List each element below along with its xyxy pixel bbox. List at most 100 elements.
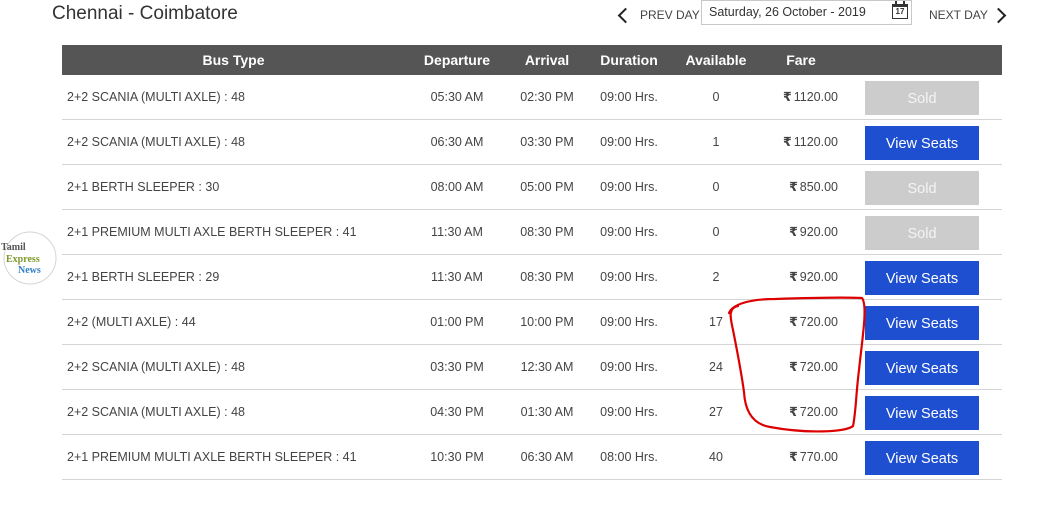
table-body: 2+2 SCANIA (MULTI AXLE) : 48 05:30 AM 02:3… (62, 75, 1002, 480)
table-row: 2+2 SCANIA (MULTI AXLE) : 48 04:30 PM 01:3… (62, 390, 1002, 435)
chevron-left-icon (617, 7, 634, 23)
fare-cell: ₹720.00 (760, 300, 838, 345)
calendar-icon[interactable]: 17 (892, 1, 908, 19)
departure-cell: 08:00 AM (430, 180, 484, 194)
arrival-cell: 08:30 PM (520, 270, 574, 284)
duration-cell: 09:00 Hrs. (600, 315, 658, 329)
duration-cell: 09:00 Hrs. (600, 225, 658, 239)
bus-type-cell: 2+2 SCANIA (MULTI AXLE) : 48 (67, 360, 245, 374)
fare-amount: 720.00 (799, 405, 838, 419)
fare-cell: ₹770.00 (760, 435, 838, 480)
table-row: 2+2 SCANIA (MULTI AXLE) : 48 05:30 AM 02:3… (62, 75, 1002, 120)
fare-amount: 1120.00 (793, 90, 838, 104)
fare-amount: 720.00 (799, 360, 838, 374)
available-cell: 1 (712, 135, 720, 149)
date-value: Saturday, 26 October - 2019 (709, 5, 866, 19)
rupee-icon: ₹ (789, 180, 798, 194)
arrival-cell: 02:30 PM (520, 90, 574, 104)
view-seats-button[interactable]: View Seats (865, 126, 979, 160)
arrival-cell: 05:00 PM (520, 180, 574, 194)
table-row: 2+1 BERTH SLEEPER : 29 11:30 AM 08:30 PM 09… (62, 255, 1002, 300)
arrival-cell: 06:30 AM (520, 450, 574, 464)
departure-cell: 04:30 PM (430, 405, 484, 419)
bus-type-cell: 2+1 BERTH SLEEPER : 30 (67, 180, 220, 194)
sold-button: Sold (865, 171, 979, 205)
bus-type-cell: 2+1 PREMIUM MULTI AXLE BERTH SLEEPER : 4… (67, 225, 357, 239)
duration-cell: 08:00 Hrs. (600, 450, 658, 464)
rupee-icon: ₹ (789, 360, 798, 374)
header-available: Available (685, 52, 747, 68)
chevron-right-icon (990, 7, 1007, 23)
arrival-cell: 01:30 AM (520, 405, 574, 419)
table-row: 2+1 PREMIUM MULTI AXLE BERTH SLEEPER : 4… (62, 435, 1002, 480)
fare-cell: ₹720.00 (760, 345, 838, 390)
next-day-label: NEXT DAY (929, 8, 988, 22)
route-title: Chennai - Coimbatore (52, 3, 238, 24)
fare-cell: ₹1120.00 (760, 75, 838, 120)
bus-type-cell: 2+2 (MULTI AXLE) : 44 (67, 315, 196, 329)
fare-cell: ₹850.00 (760, 165, 838, 210)
view-seats-button[interactable]: View Seats (865, 306, 979, 340)
arrival-cell: 12:30 AM (520, 360, 574, 374)
rupee-icon: ₹ (783, 90, 792, 104)
departure-cell: 05:30 AM (430, 90, 484, 104)
bus-results-table: Bus Type Departure Arrival Duration Avai… (62, 45, 1002, 480)
bus-type-cell: 2+2 SCANIA (MULTI AXLE) : 48 (67, 90, 245, 104)
rupee-icon: ₹ (789, 270, 798, 284)
view-seats-button[interactable]: View Seats (865, 396, 979, 430)
header-bus-type: Bus Type (202, 52, 265, 68)
next-day-button[interactable]: NEXT DAY (929, 0, 1007, 30)
arrival-cell: 08:30 PM (520, 225, 574, 239)
fare-cell: ₹720.00 (760, 390, 838, 435)
rupee-icon: ₹ (789, 450, 798, 464)
duration-cell: 09:00 Hrs. (600, 90, 658, 104)
duration-cell: 09:00 Hrs. (600, 135, 658, 149)
fare-amount: 770.00 (799, 450, 838, 464)
fare-amount: 1120.00 (793, 135, 838, 149)
rupee-icon: ₹ (789, 225, 798, 239)
departure-cell: 11:30 AM (431, 270, 483, 284)
prev-day-button[interactable]: PREV DAY (617, 0, 700, 30)
watermark-line3: News (18, 265, 41, 276)
watermark-line2: Express (6, 254, 40, 265)
available-cell: 2 (712, 270, 720, 284)
available-cell: 24 (709, 360, 723, 374)
bus-type-cell: 2+2 SCANIA (MULTI AXLE) : 48 (67, 135, 245, 149)
fare-amount: 920.00 (799, 270, 838, 284)
view-seats-button[interactable]: View Seats (865, 261, 979, 295)
table-header: Bus Type Departure Arrival Duration Avai… (62, 45, 1002, 75)
bus-type-cell: 2+2 SCANIA (MULTI AXLE) : 48 (67, 405, 245, 419)
watermark-logo: Tamil Express News (1, 231, 57, 285)
fare-cell: ₹920.00 (760, 255, 838, 300)
prev-day-label: PREV DAY (640, 8, 700, 22)
sold-button: Sold (865, 81, 979, 115)
table-row: 2+1 BERTH SLEEPER : 30 08:00 AM 05:00 PM 09… (62, 165, 1002, 210)
available-cell: 0 (712, 225, 720, 239)
available-cell: 0 (712, 90, 720, 104)
fare-cell: ₹1120.00 (760, 120, 838, 165)
duration-cell: 09:00 Hrs. (600, 180, 658, 194)
duration-cell: 09:00 Hrs. (600, 360, 658, 374)
arrival-cell: 03:30 PM (520, 135, 574, 149)
header-duration: Duration (600, 52, 658, 68)
available-cell: 40 (709, 450, 723, 464)
duration-cell: 09:00 Hrs. (600, 270, 658, 284)
view-seats-button[interactable]: View Seats (865, 351, 979, 385)
departure-cell: 03:30 PM (430, 360, 484, 374)
table-row: 2+1 PREMIUM MULTI AXLE BERTH SLEEPER : 4… (62, 210, 1002, 255)
available-cell: 27 (709, 405, 723, 419)
view-seats-button[interactable]: View Seats (865, 441, 979, 475)
bus-type-cell: 2+1 PREMIUM MULTI AXLE BERTH SLEEPER : 4… (67, 450, 357, 464)
header-fare: Fare (786, 52, 816, 68)
rupee-icon: ₹ (783, 135, 792, 149)
departure-cell: 10:30 PM (430, 450, 484, 464)
available-cell: 17 (709, 315, 723, 329)
departure-cell: 06:30 AM (430, 135, 484, 149)
header-arrival: Arrival (524, 52, 570, 68)
rupee-icon: ₹ (789, 315, 798, 329)
fare-cell: ₹920.00 (760, 210, 838, 255)
date-field[interactable]: Saturday, 26 October - 2019 17 (701, 0, 912, 25)
fare-amount: 920.00 (799, 225, 838, 239)
rupee-icon: ₹ (789, 405, 798, 419)
table-row: 2+2 SCANIA (MULTI AXLE) : 48 06:30 AM 03:3… (62, 120, 1002, 165)
